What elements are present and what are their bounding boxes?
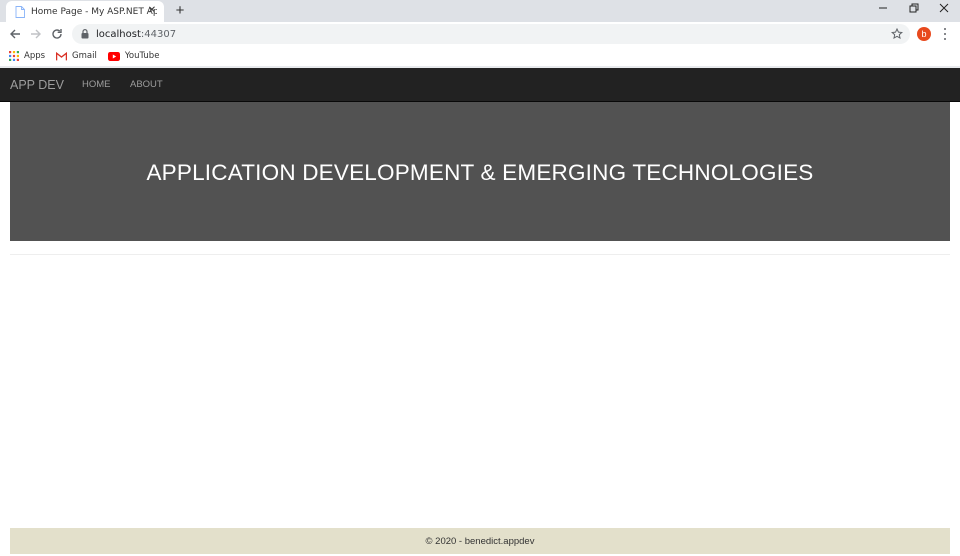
bookmark-label: YouTube: [124, 51, 160, 61]
bookmark-gmail[interactable]: Gmail: [56, 51, 97, 61]
arrow-right-icon: [31, 29, 41, 39]
arrow-left-icon: [10, 29, 20, 39]
hero-title: APPLICATION DEVELOPMENT & EMERGING TECHN…: [146, 159, 814, 185]
footer-text: © 2020 - benedict.appdev: [425, 535, 535, 547]
bookmark-label: Apps: [24, 51, 46, 61]
brand-link[interactable]: APP DEV: [10, 68, 64, 102]
minimize-icon: [879, 7, 887, 9]
forward-button[interactable]: [28, 26, 44, 42]
tab-close-icon[interactable]: ✕: [146, 5, 158, 17]
gmail-icon: [56, 51, 68, 60]
apps-grid-icon: [9, 51, 19, 61]
browser-tab[interactable]: Home Page - My ASP.NET Applic ✕: [6, 1, 164, 22]
reload-button[interactable]: [49, 26, 65, 42]
window-close-button[interactable]: [929, 0, 959, 20]
bookmarks-bar: Apps Gmail YouTube: [0, 46, 960, 66]
bookmark-star-icon[interactable]: [890, 26, 904, 42]
page-icon: [14, 5, 25, 18]
back-button[interactable]: [7, 26, 23, 42]
lock-icon: [80, 28, 90, 40]
reload-icon: [52, 29, 62, 39]
bookmark-label: Gmail: [72, 51, 97, 61]
profile-avatar[interactable]: b: [917, 27, 931, 41]
nav-about-link[interactable]: ABOUT: [130, 68, 163, 102]
tab-title: Home Page - My ASP.NET Applic: [31, 6, 157, 17]
nav-home-link[interactable]: HOME: [82, 68, 111, 102]
browser-tab-strip: Home Page - My ASP.NET Applic ✕ +: [0, 0, 960, 22]
site-footer: © 2020 - benedict.appdev: [10, 528, 950, 554]
youtube-icon: [107, 51, 120, 61]
bookmark-apps[interactable]: Apps: [9, 51, 45, 61]
url-port: :44307: [140, 28, 177, 40]
hero-banner: APPLICATION DEVELOPMENT & EMERGING TECHN…: [10, 102, 950, 241]
site-navbar: APP DEV HOME ABOUT: [0, 68, 960, 102]
url-host: localhost: [96, 28, 141, 40]
browser-menu-icon[interactable]: [940, 27, 950, 41]
minimize-button[interactable]: [868, 0, 898, 20]
close-icon: [939, 3, 949, 13]
browser-toolbar: localhost:44307 b: [0, 22, 960, 46]
restore-icon: [909, 3, 919, 13]
bookmark-youtube[interactable]: YouTube: [107, 51, 160, 61]
new-tab-button[interactable]: +: [172, 2, 188, 20]
address-bar[interactable]: localhost:44307: [72, 24, 910, 44]
restore-button[interactable]: [899, 0, 929, 20]
content-divider: [10, 254, 950, 255]
